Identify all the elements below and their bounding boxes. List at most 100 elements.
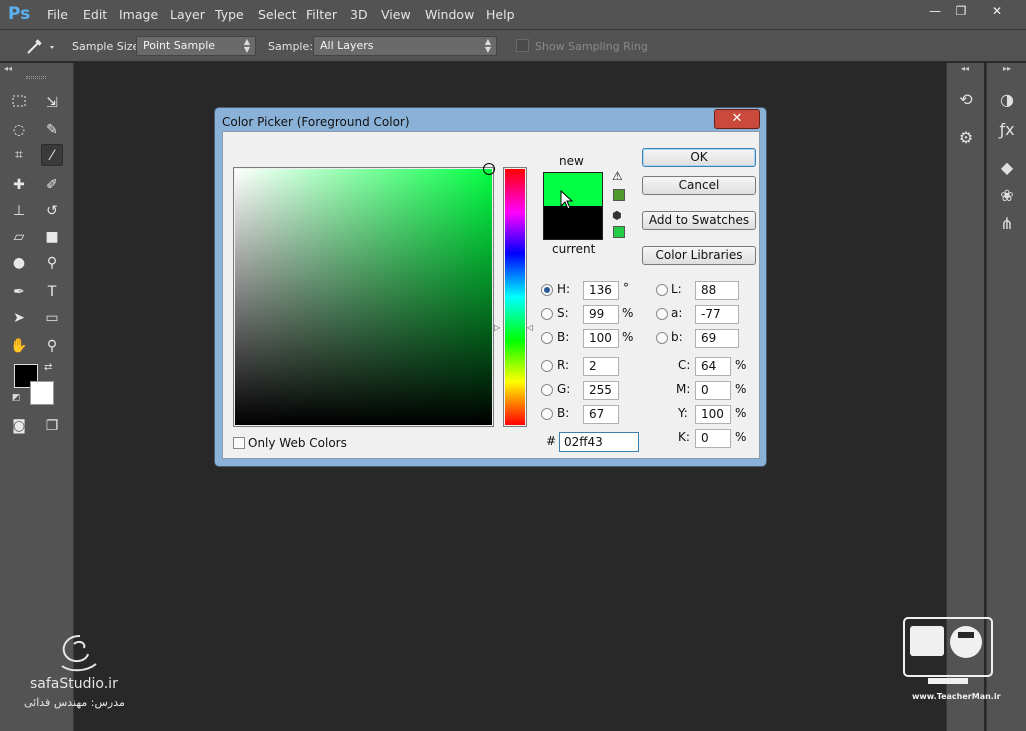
adjustments-panel-icon[interactable]: ◑ <box>993 87 1021 113</box>
s-field[interactable]: 99 <box>583 305 619 324</box>
color-field-cursor[interactable] <box>483 163 495 175</box>
h-label: H: <box>557 282 571 296</box>
sample-value: All Layers <box>320 39 374 52</box>
menu-view[interactable]: View <box>381 7 411 22</box>
g-field[interactable]: 255 <box>583 381 619 400</box>
zoom-tool-icon[interactable]: ⚲ <box>41 335 63 357</box>
y-field[interactable]: 100 <box>695 405 731 424</box>
default-colors-icon[interactable]: ◩ <box>12 393 21 403</box>
color-libraries-button[interactable]: Color Libraries <box>642 246 756 265</box>
safastudio-logo-icon <box>52 632 102 674</box>
eyedropper-tool-icon[interactable]: ⁄ <box>41 144 63 166</box>
h-field[interactable]: 136 <box>583 281 619 300</box>
eyedropper-tool-preset-icon[interactable] <box>24 36 58 56</box>
color-field[interactable] <box>233 163 495 427</box>
clone-stamp-tool-icon[interactable]: ⊥ <box>8 200 30 222</box>
swap-colors-icon[interactable]: ⇄ <box>44 362 52 373</box>
move-tool-icon[interactable]: ⇲ <box>41 92 63 114</box>
restore-button[interactable]: ❐ <box>946 2 976 20</box>
type-tool-icon[interactable]: T <box>41 281 63 303</box>
properties-panel-icon[interactable]: ⚙ <box>952 125 980 151</box>
lab-b-field[interactable]: 69 <box>695 329 739 348</box>
styles-panel-icon[interactable]: ƒx <box>993 117 1021 143</box>
menu-window[interactable]: Window <box>425 7 474 22</box>
panel-grip[interactable] <box>26 76 46 79</box>
history-panel-icon[interactable]: ⟲ <box>952 87 980 113</box>
screen-mode-icon[interactable]: ❐ <box>41 415 63 437</box>
g-radio[interactable] <box>541 384 553 396</box>
s-radio[interactable] <box>541 308 553 320</box>
sampling-ring-checkbox[interactable] <box>516 39 529 52</box>
dodge-tool-icon[interactable]: ⚲ <box>41 252 63 274</box>
hand-tool-icon[interactable]: ✋ <box>8 335 30 357</box>
window-close-button[interactable]: ✕ <box>982 2 1012 20</box>
menu-filter[interactable]: Filter <box>306 7 337 22</box>
m-field[interactable]: 0 <box>695 381 731 400</box>
pen-tool-icon[interactable]: ✒ <box>8 281 30 303</box>
menu-layer[interactable]: Layer <box>170 7 205 22</box>
lab-b-radio[interactable] <box>656 332 668 344</box>
menu-3d[interactable]: 3D <box>350 7 368 22</box>
ok-button[interactable]: OK <box>642 148 756 167</box>
blur-tool-icon[interactable]: ● <box>8 252 30 274</box>
gradient-tool-icon[interactable]: ■ <box>41 226 63 248</box>
quick-mask-icon[interactable]: ◙ <box>8 415 30 437</box>
paths-panel-icon[interactable]: ⋔ <box>993 211 1021 237</box>
a-field[interactable]: -77 <box>695 305 739 324</box>
rectangle-tool-icon[interactable]: ▭ <box>41 307 63 329</box>
gamut-color-swatch[interactable] <box>613 189 625 201</box>
sample-size-select[interactable]: Point Sample ▲ ▼ <box>136 36 256 56</box>
only-web-colors-label: Only Web Colors <box>248 436 347 450</box>
h-radio[interactable] <box>541 284 553 296</box>
hue-slider-right-arrow-icon[interactable]: ◁ <box>527 323 533 332</box>
add-to-swatches-button[interactable]: Add to Swatches <box>642 211 756 230</box>
blue-radio[interactable] <box>541 408 553 420</box>
l-radio[interactable] <box>656 284 668 296</box>
k-field[interactable]: 0 <box>695 429 731 448</box>
dialog-close-button[interactable]: ✕ <box>714 109 760 129</box>
hue-slider[interactable] <box>503 167 527 427</box>
a-radio[interactable] <box>656 308 668 320</box>
menu-type[interactable]: Type <box>215 7 244 22</box>
marquee-tool-icon[interactable] <box>8 92 30 114</box>
crop-tool-icon[interactable]: ⌗ <box>8 144 30 166</box>
brush-tool-icon[interactable]: ✐ <box>41 174 63 196</box>
web-safe-cube-icon[interactable]: ⬢ <box>612 209 622 222</box>
saturation-brightness-field[interactable] <box>235 169 492 425</box>
out-of-gamut-warning-icon[interactable]: ⚠ <box>612 169 623 183</box>
eraser-tool-icon[interactable]: ▱ <box>8 226 30 248</box>
blue-field[interactable]: 67 <box>583 405 619 424</box>
menu-file[interactable]: File <box>47 7 68 22</box>
hue-slider-left-arrow-icon[interactable]: ▷ <box>494 323 500 332</box>
quick-selection-tool-icon[interactable]: ✎ <box>41 119 63 141</box>
web-safe-color-swatch[interactable] <box>613 226 625 238</box>
menu-image[interactable]: Image <box>119 7 158 22</box>
layers-panel-icon[interactable]: ◆ <box>993 155 1021 181</box>
collapse-arrows-icon[interactable]: ▸▸ <box>1003 64 1011 73</box>
history-brush-tool-icon[interactable]: ↺ <box>41 200 63 222</box>
channels-panel-icon[interactable]: ❀ <box>993 183 1021 209</box>
menu-select[interactable]: Select <box>258 7 297 22</box>
menu-edit[interactable]: Edit <box>83 7 107 22</box>
collapse-arrows-icon[interactable]: ◂◂ <box>4 64 12 73</box>
brightness-field[interactable]: 100 <box>583 329 619 348</box>
hex-field[interactable]: 02ff43 <box>559 432 639 452</box>
c-field[interactable]: 64 <box>695 357 731 376</box>
r-radio[interactable] <box>541 360 553 372</box>
path-selection-tool-icon[interactable]: ➤ <box>8 307 30 329</box>
healing-brush-tool-icon[interactable]: ✚ <box>8 174 30 196</box>
y-unit: % <box>735 406 747 420</box>
hue-spectrum[interactable] <box>505 169 525 425</box>
collapse-arrows-icon[interactable]: ◂◂ <box>961 64 969 73</box>
lasso-tool-icon[interactable]: ◌ <box>8 119 30 141</box>
a-label: a: <box>671 306 683 320</box>
l-field[interactable]: 88 <box>695 281 739 300</box>
only-web-colors-checkbox[interactable] <box>233 437 245 449</box>
sample-select[interactable]: All Layers ▲ ▼ <box>313 36 497 56</box>
g-label: G: <box>557 382 571 396</box>
menu-help[interactable]: Help <box>486 7 515 22</box>
background-color-swatch[interactable] <box>30 381 54 405</box>
brightness-radio[interactable] <box>541 332 553 344</box>
cancel-button[interactable]: Cancel <box>642 176 756 195</box>
r-field[interactable]: 2 <box>583 357 619 376</box>
